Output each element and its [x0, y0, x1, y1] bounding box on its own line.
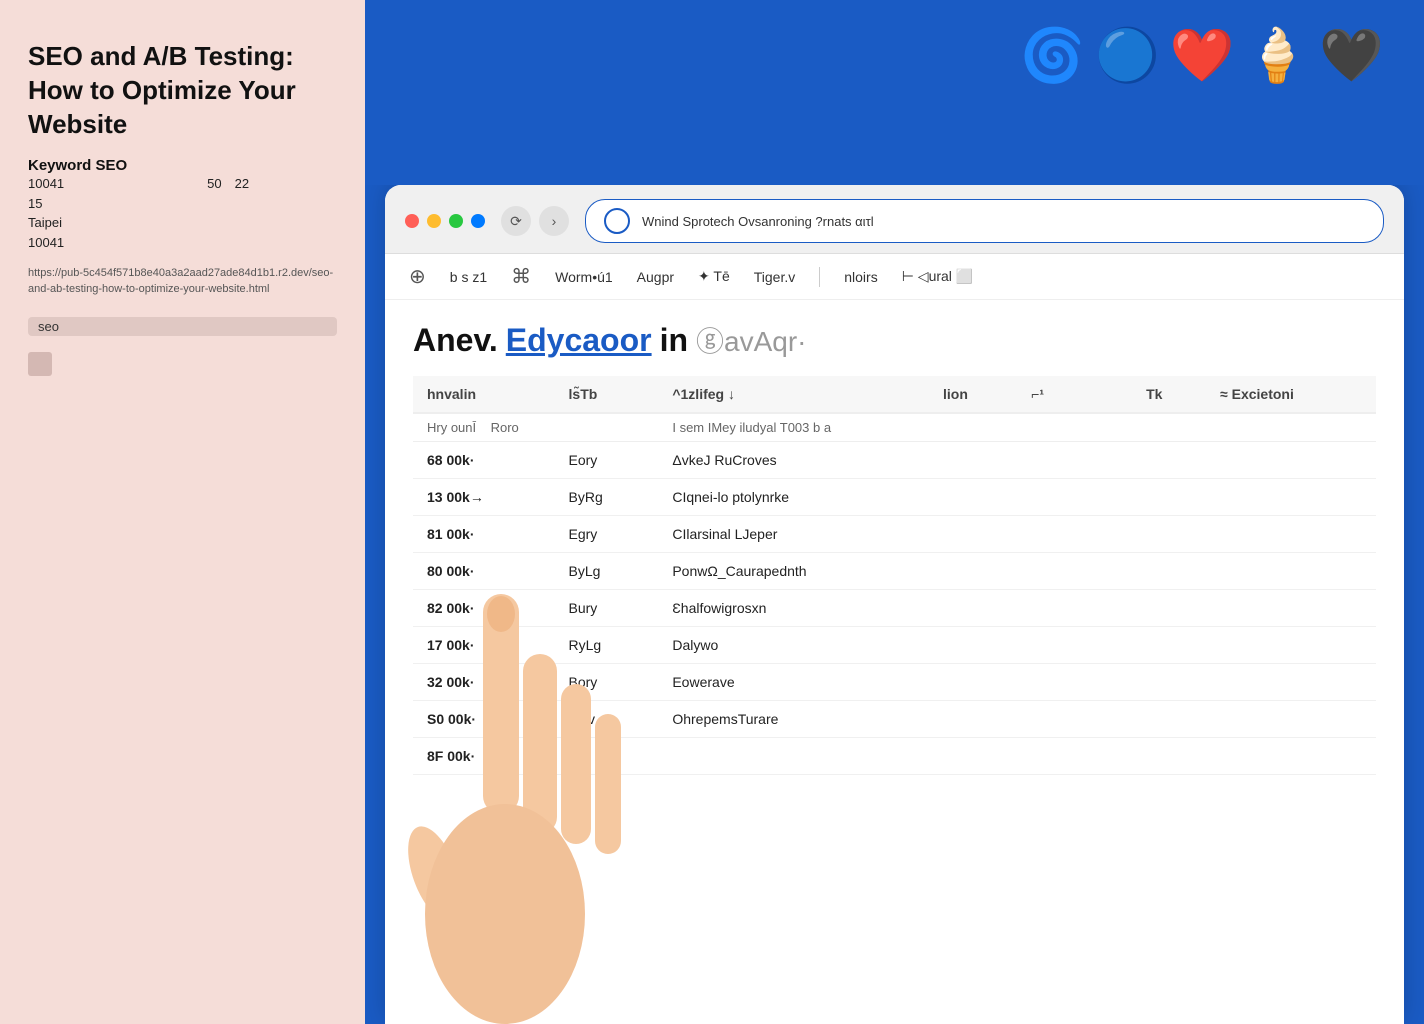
th-4: lion: [929, 376, 1017, 413]
page-title-blue: Edycaoor: [506, 322, 652, 359]
toolbar-label-tiger[interactable]: Tiger.v: [754, 269, 796, 285]
td-val-1: 32 00k·: [413, 664, 555, 701]
td-val-2: Bory: [555, 664, 659, 701]
sidebar: SEO and A/B Testing: How to Optimize You…: [0, 0, 365, 1024]
address-bar[interactable]: Wnind Sprotech Ovsanroning ?rnats αιτl: [585, 199, 1384, 243]
td-val-1: S0 00k·: [413, 701, 555, 738]
browser-toolbar: ⊕ b s z1 ⌘ Worm•ú1 Augpr ✦ Tē Tiger.v nl…: [385, 254, 1404, 300]
subheader-left: Hry ounĪ Roro: [413, 413, 658, 442]
td-val-1: 8F 00k·: [413, 738, 555, 775]
th-2: ls̃Tb: [555, 376, 659, 413]
subheader-right: I sem IMey iludyal T003 b a: [658, 413, 1376, 442]
traffic-light-yellow[interactable]: [427, 214, 441, 228]
traffic-lights: [405, 214, 485, 228]
emoji-3: ❤️: [1170, 30, 1235, 82]
th-8: ≈ Excietoni: [1206, 376, 1376, 413]
td-val-2: Bury: [555, 590, 659, 627]
sidebar-url: https://pub-5c454f571b8e40a3a2aad27ade84…: [28, 266, 337, 297]
browser-chrome: ⟳ › Wnind Sprotech Ovsanroning ?rnats αι…: [385, 185, 1404, 254]
emoji-5: 🖤: [1319, 30, 1384, 82]
td-val-3: Ɛhalfowigrosxn: [658, 590, 929, 627]
toolbar-label-worm[interactable]: Worm•ú1: [555, 269, 613, 285]
th-7: Tk: [1132, 376, 1206, 413]
table-row: 80 00k· ByLg PonwΩ_Caurapednth: [413, 553, 1376, 590]
th-3: ^1zlifeg ↓: [658, 376, 929, 413]
th-5: ⌐¹: [1017, 376, 1085, 413]
table-row: S0 00k· Nillv OhrepemsTurare: [413, 701, 1376, 738]
td-val-1: 80 00k·: [413, 553, 555, 590]
top-blue: 🌀 🔵 ❤️ 🍦 🖤: [365, 0, 1424, 185]
th-1: hnvalin: [413, 376, 555, 413]
table-row: 81 00k· Egry CIlarsinal LJeper: [413, 516, 1376, 553]
toolbar-label-augpr[interactable]: Augpr: [637, 269, 674, 285]
td-val-3: CIlarsinal LJeper: [658, 516, 929, 553]
table-row: 32 00k· Bory Eowerave: [413, 664, 1376, 701]
toolbar-label-te[interactable]: ✦ Tē: [698, 268, 730, 285]
main-area: 🌀 🔵 ❤️ 🍦 🖤 ⟳ › Wnind Sprotech Ovsanroni: [365, 0, 1424, 1024]
page-title-in: in: [660, 322, 688, 359]
address-circle-icon: [604, 208, 630, 234]
toolbar-label-1[interactable]: b s z1: [450, 269, 487, 285]
toolbar-icon-1[interactable]: ⊕: [409, 264, 426, 289]
traffic-light-red[interactable]: [405, 214, 419, 228]
table-row: 17 00k· RyLg Dalywo: [413, 627, 1376, 664]
td-val-3: PonwΩ_Caurapednth: [658, 553, 929, 590]
sidebar-tag: seo: [28, 317, 337, 336]
td-val-2: Egry: [555, 516, 659, 553]
page-title-row: Anev. Edycaoor in ⓖavAqr·: [413, 320, 1376, 360]
td-val-1: 81 00k·: [413, 516, 555, 553]
traffic-light-blue[interactable]: [471, 214, 485, 228]
sidebar-meta-value: 10041 50 22 15 Taipei 10041: [28, 174, 337, 252]
td-val-2: ByRg: [555, 479, 659, 516]
table-row: 82 00k· Bury Ɛhalfowigrosxn: [413, 590, 1376, 627]
td-val-1: 17 00k·: [413, 627, 555, 664]
emoji-4: 🍦: [1245, 30, 1310, 82]
nav-back-button[interactable]: ⟳: [501, 206, 531, 236]
td-val-2: Nillv: [555, 701, 659, 738]
nav-forward-button[interactable]: ›: [539, 206, 569, 236]
table-row: 13 00k→ ByRg CIqnei-lo ptolynrke: [413, 479, 1376, 516]
td-val-2: Eory: [555, 442, 659, 479]
nav-controls: ⟳ ›: [501, 206, 569, 236]
page-title-main: Anev.: [413, 322, 498, 359]
th-6: [1085, 376, 1132, 413]
sidebar-meta-label: Keyword SEO: [28, 157, 337, 174]
td-val-3: Dalywo: [658, 627, 929, 664]
td-val-3: ΔvkeJ RuCroves: [658, 442, 929, 479]
browser-content: Anev. Edycaoor in ⓖavAqr· hnvalin ls̃Tb …: [385, 300, 1404, 1024]
td-val-1: 68 00k·: [413, 442, 555, 479]
td-val-2: RyLg: [555, 627, 659, 664]
address-text: Wnind Sprotech Ovsanroning ?rnats αιτl: [642, 214, 1365, 229]
page-title-sub: ⓖavAqr·: [696, 320, 806, 360]
sidebar-tag-box: [28, 352, 52, 376]
td-val-1: 82 00k·: [413, 590, 555, 627]
toolbar-separator: [819, 267, 820, 287]
td-val-3: CIqnei-lo ptolynrke: [658, 479, 929, 516]
td-val-2: ByLg: [555, 553, 659, 590]
table-row: 8F 00k·: [413, 738, 1376, 775]
emoji-2: 🔵: [1095, 30, 1160, 82]
td-val-3: OhrepemsTurare: [658, 701, 929, 738]
sidebar-title: SEO and A/B Testing: How to Optimize You…: [28, 40, 337, 141]
table-row: 68 00k· Eory ΔvkeJ RuCroves: [413, 442, 1376, 479]
toolbar-icon-2[interactable]: ⌘: [511, 264, 531, 289]
td-val-1: 13 00k→: [413, 479, 555, 516]
traffic-light-green[interactable]: [449, 214, 463, 228]
data-table: hnvalin ls̃Tb ^1zlifeg ↓ lion ⌐¹ Tk ≈ Ex…: [413, 376, 1376, 775]
td-val-3: Eowerave: [658, 664, 929, 701]
toolbar-label-nloirs[interactable]: nloirs: [844, 269, 877, 285]
emoji-icons: 🌀 🔵 ❤️ 🍦 🖤: [1020, 30, 1384, 82]
toolbar-label-ural[interactable]: ⊢ ◁ural ⬜: [902, 268, 974, 285]
emoji-1: 🌀: [1020, 30, 1085, 82]
browser-window: ⟳ › Wnind Sprotech Ovsanroning ?rnats αι…: [385, 185, 1404, 1024]
